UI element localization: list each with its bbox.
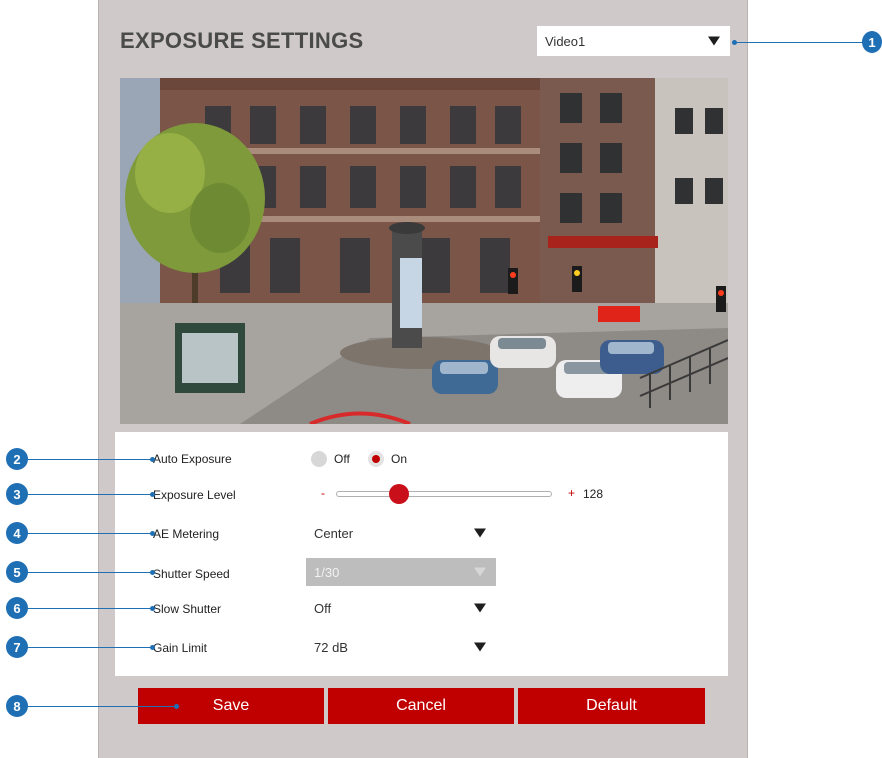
exposure-level-label: Exposure Level bbox=[153, 488, 236, 502]
chevron-down-icon bbox=[474, 603, 486, 613]
callout-line-7 bbox=[26, 647, 152, 648]
callout-marker-5: 5 bbox=[6, 561, 28, 583]
video-source-value: Video1 bbox=[545, 33, 586, 49]
gain-limit-value: 72 dB bbox=[314, 639, 348, 655]
slow-shutter-value: Off bbox=[314, 600, 332, 616]
ae-metering-select[interactable]: Center bbox=[306, 519, 496, 547]
auto-exposure-on-label: On bbox=[391, 452, 408, 466]
cancel-button[interactable]: Cancel bbox=[328, 688, 514, 724]
callout-anchor-8 bbox=[174, 704, 179, 709]
auto-exposure-off-radio[interactable] bbox=[311, 451, 327, 467]
page-title: EXPOSURE SETTINGS bbox=[120, 28, 364, 53]
callout-marker-3: 3 bbox=[6, 483, 28, 505]
shutter-speed-label: Shutter Speed bbox=[153, 567, 230, 581]
callout-line-4 bbox=[26, 533, 152, 534]
callout-anchor-4 bbox=[150, 531, 155, 536]
exposure-increase-icon[interactable]: + bbox=[568, 486, 575, 500]
callout-line-6 bbox=[26, 608, 152, 609]
chevron-down-icon bbox=[474, 528, 486, 538]
auto-exposure-off-label: Off bbox=[334, 452, 350, 466]
exposure-settings-screen: EXPOSURE SETTINGS Video1 Auto Exposure O… bbox=[0, 0, 882, 758]
gain-limit-select[interactable]: 72 dB bbox=[306, 633, 496, 661]
exposure-level-slider[interactable] bbox=[336, 491, 552, 497]
callout-marker-7: 7 bbox=[6, 636, 28, 658]
callout-anchor-5 bbox=[150, 570, 155, 575]
shutter-speed-select: 1/30 bbox=[306, 558, 496, 586]
callout-anchor-2 bbox=[150, 457, 155, 462]
callout-line-2 bbox=[26, 459, 152, 460]
shutter-speed-value: 1/30 bbox=[314, 564, 340, 580]
default-button[interactable]: Default bbox=[518, 688, 705, 724]
callout-line-8 bbox=[26, 706, 176, 707]
callout-line-1 bbox=[734, 42, 864, 43]
exposure-level-value: 128 bbox=[583, 487, 604, 501]
callout-marker-1: 1 bbox=[862, 31, 882, 53]
callout-marker-6: 6 bbox=[6, 597, 28, 619]
video-preview-image bbox=[120, 78, 728, 424]
exposure-level-slider-thumb[interactable] bbox=[388, 484, 409, 504]
auto-exposure-label: Auto Exposure bbox=[153, 452, 232, 466]
chevron-down-icon bbox=[474, 567, 486, 577]
ae-metering-label: AE Metering bbox=[153, 527, 220, 541]
chevron-down-icon bbox=[708, 36, 720, 46]
callout-line-5 bbox=[26, 572, 152, 573]
gain-limit-label: Gain Limit bbox=[153, 641, 208, 655]
callout-anchor-7 bbox=[150, 645, 155, 650]
callout-anchor-1 bbox=[732, 40, 737, 45]
slow-shutter-select[interactable]: Off bbox=[306, 594, 496, 622]
exposure-decrease-icon[interactable]: - bbox=[321, 486, 325, 500]
callout-line-3 bbox=[26, 494, 152, 495]
auto-exposure-on-radio[interactable] bbox=[368, 451, 384, 467]
callout-anchor-3 bbox=[150, 492, 155, 497]
callout-anchor-6 bbox=[150, 606, 155, 611]
slow-shutter-label: Slow Shutter bbox=[153, 602, 222, 616]
callout-marker-8: 8 bbox=[6, 695, 28, 717]
video-preview bbox=[120, 78, 728, 424]
callout-marker-4: 4 bbox=[6, 522, 28, 544]
chevron-down-icon bbox=[474, 642, 486, 652]
video-source-select[interactable]: Video1 bbox=[537, 26, 730, 56]
ae-metering-value: Center bbox=[314, 525, 354, 541]
callout-marker-2: 2 bbox=[6, 448, 28, 470]
